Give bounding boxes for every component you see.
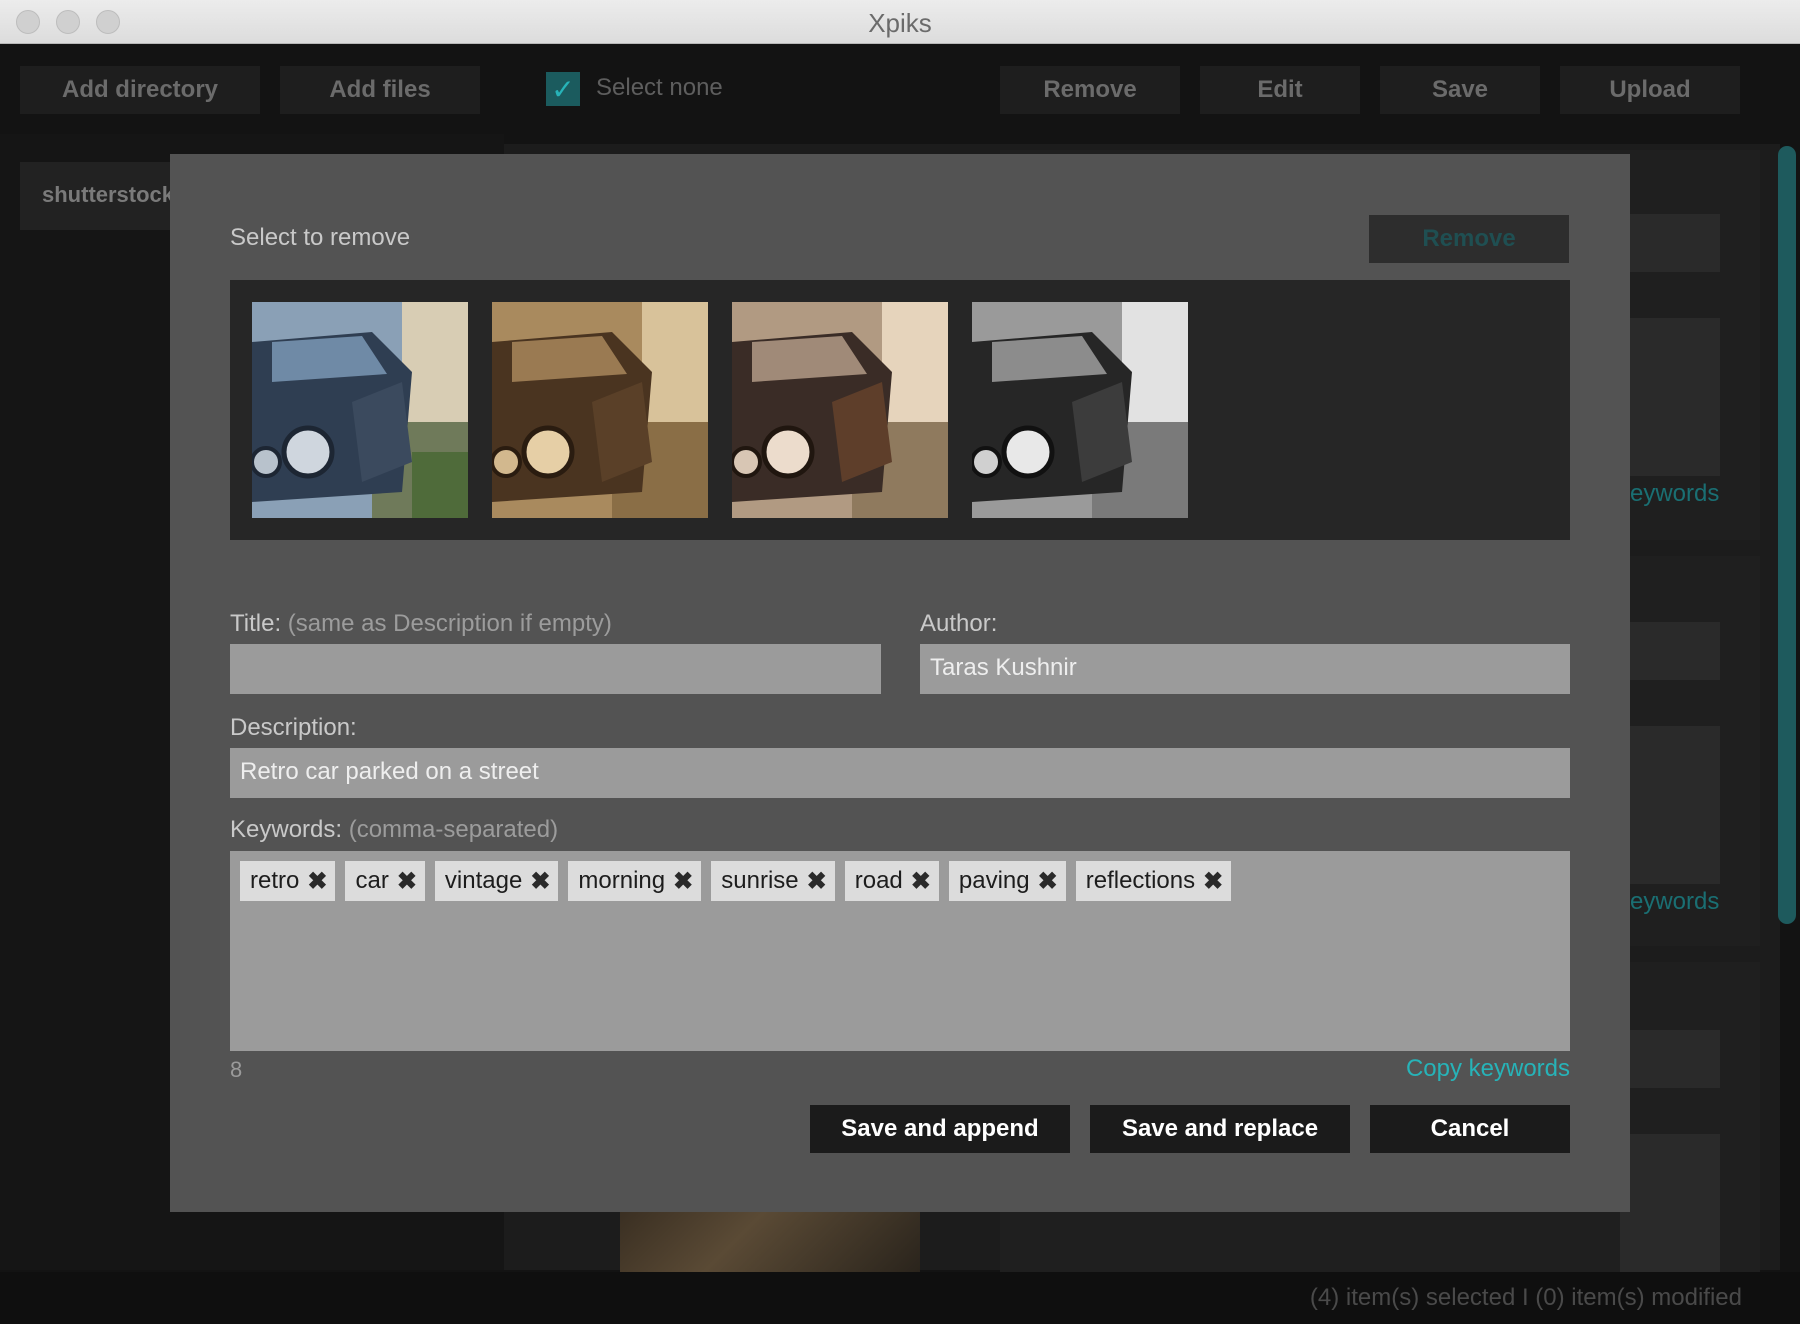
toolbar-upload-button[interactable]: Upload	[1560, 66, 1740, 114]
artwork-field	[1620, 318, 1720, 476]
keyword-chip[interactable]: road ✖	[844, 861, 939, 901]
keyword-text: morning	[578, 867, 666, 894]
select-to-remove-label: Select to remove	[230, 224, 411, 251]
copy-keywords-link[interactable]: Copy keywords	[1380, 1055, 1570, 1083]
toolbar-edit-button[interactable]: Edit	[1200, 66, 1360, 114]
window-titlebar: Xpiks	[0, 0, 1800, 44]
keyword-text: paving	[958, 867, 1030, 894]
description-label: Description:	[230, 714, 357, 741]
select-none-checkbox[interactable]: ✓	[546, 72, 580, 106]
keyword-chip[interactable]: vintage ✖	[434, 861, 559, 901]
keywords-label: Keywords: (comma-separated)	[230, 816, 558, 844]
keywords-count: 8	[230, 1057, 243, 1082]
keyword-text: reflections	[1085, 867, 1196, 894]
artwork-keywords-link[interactable]: eywords	[1630, 888, 1719, 916]
keyword-text: retro	[250, 867, 300, 894]
keywords-hint: (comma-separated)	[348, 816, 559, 843]
remove-keyword-icon[interactable]: ✖	[911, 867, 931, 896]
remove-keyword-icon[interactable]: ✖	[397, 867, 417, 896]
toolbar-remove-button[interactable]: Remove	[1000, 66, 1180, 114]
keyword-text: road	[854, 867, 903, 894]
artwork-thumbnail	[620, 1212, 920, 1272]
artwork-field	[1620, 1030, 1720, 1088]
add-directory-button[interactable]: Add directory	[20, 66, 260, 114]
artwork-keywords-link[interactable]: eywords	[1630, 480, 1719, 508]
remove-keyword-icon[interactable]: ✖	[807, 867, 827, 896]
window-title: Xpiks	[868, 8, 932, 38]
add-files-button[interactable]: Add files	[280, 66, 480, 114]
artwork-field	[1620, 622, 1720, 680]
title-label-text: Title:	[230, 610, 282, 637]
car-photo-icon	[732, 302, 948, 518]
author-label: Author:	[920, 610, 998, 637]
select-none-label[interactable]: Select none	[596, 74, 723, 102]
thumbnail-image[interactable]	[492, 302, 708, 518]
car-photo-icon	[252, 302, 468, 518]
artwork-field	[1620, 726, 1720, 884]
dialog-remove-button[interactable]: Remove	[1369, 215, 1569, 263]
cancel-button[interactable]: Cancel	[1370, 1105, 1570, 1153]
remove-keyword-icon[interactable]: ✖	[307, 867, 327, 896]
keyword-text: sunrise	[721, 867, 799, 894]
artwork-field	[1620, 1134, 1720, 1272]
remove-keyword-icon[interactable]: ✖	[1203, 867, 1223, 896]
status-text: (4) item(s) selected I (0) item(s) modif…	[1309, 1284, 1742, 1311]
title-field[interactable]	[230, 644, 881, 694]
keywords-label-text: Keywords:	[230, 816, 343, 843]
thumbnail-image[interactable]	[732, 302, 948, 518]
remove-keyword-icon[interactable]: ✖	[530, 867, 550, 896]
thumbnail-image[interactable]	[972, 302, 1188, 518]
title-hint: (same as Description if empty)	[287, 610, 612, 637]
remove-keyword-icon[interactable]: ✖	[1038, 867, 1058, 896]
keyword-text: car	[355, 867, 389, 894]
description-field[interactable]: Retro car parked on a street	[230, 748, 1570, 798]
artwork-list-scrollbar[interactable]	[1778, 146, 1796, 924]
keyword-chip[interactable]: sunrise ✖	[711, 861, 835, 901]
keyword-chips: retro ✖ car ✖ vintage ✖ morning ✖ sunrise ✖ r…	[240, 861, 1232, 901]
keyword-chip[interactable]: car ✖	[345, 861, 425, 901]
save-and-replace-button[interactable]: Save and replace	[1090, 1105, 1350, 1153]
thumbnail-image[interactable]	[252, 302, 468, 518]
keyword-chip[interactable]: morning ✖	[568, 861, 702, 901]
author-field[interactable]: Taras Kushnir	[920, 644, 1570, 694]
car-photo-icon	[972, 302, 1188, 518]
keyword-chip[interactable]: retro ✖	[240, 861, 336, 901]
artwork-field	[1620, 214, 1720, 272]
keyword-chip[interactable]: paving ✖	[948, 861, 1066, 901]
remove-keyword-icon[interactable]: ✖	[673, 867, 693, 896]
save-and-append-button[interactable]: Save and append	[810, 1105, 1070, 1153]
keyword-text: vintage	[444, 867, 523, 894]
title-label: Title: (same as Description if empty)	[230, 610, 612, 638]
keyword-chip[interactable]: reflections ✖	[1075, 861, 1232, 901]
car-photo-icon	[492, 302, 708, 518]
toolbar-save-button[interactable]: Save	[1380, 66, 1540, 114]
